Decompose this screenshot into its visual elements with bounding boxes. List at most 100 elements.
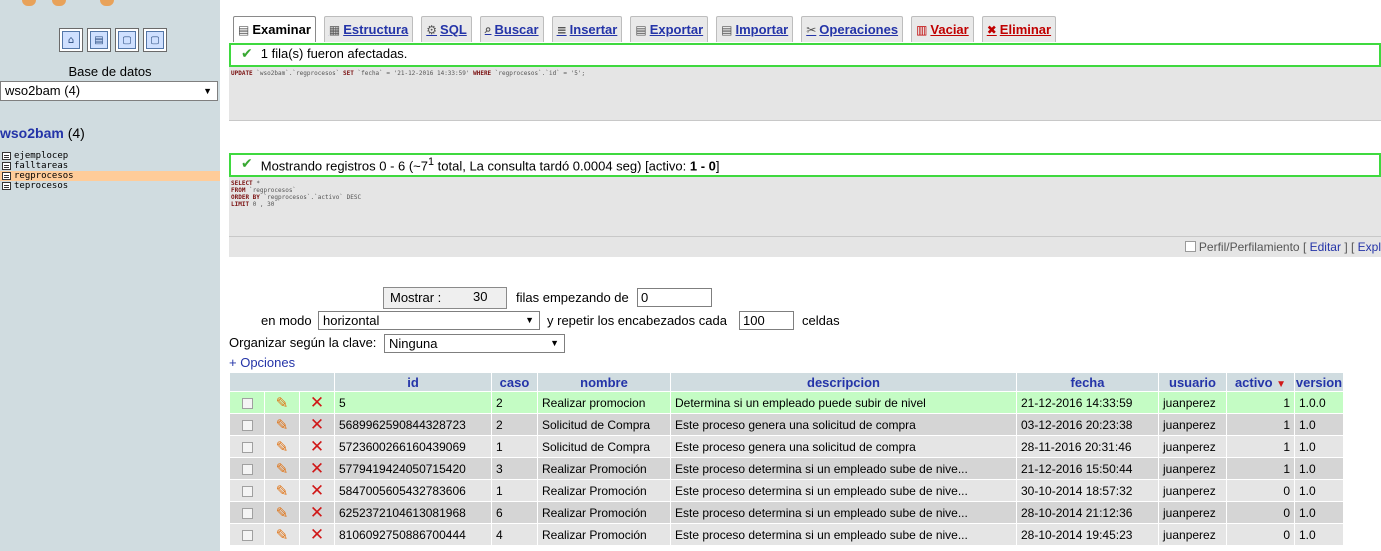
row-checkbox[interactable] bbox=[241, 419, 253, 431]
table-row[interactable]: ✎ ✕ 5723600266160439069 1 Solicitud de Compr… bbox=[230, 436, 1343, 457]
tab-operaciones[interactable]: ✂ Operaciones bbox=[801, 16, 904, 42]
row-edit-cell[interactable]: ✎ bbox=[265, 524, 299, 545]
query-window-icon[interactable]: ▢ bbox=[115, 28, 139, 52]
table-row[interactable]: ✎ ✕ 8106092750886700444 4 Realizar Promoción… bbox=[230, 524, 1343, 545]
show-count-input[interactable]: 30 bbox=[470, 288, 505, 307]
table-item-regprocesos[interactable]: regprocesos bbox=[0, 171, 220, 181]
display-mode-select[interactable]: horizontal ▼ bbox=[318, 311, 540, 330]
options-link[interactable]: + Opciones bbox=[229, 355, 295, 370]
structure-icon: ▦ bbox=[328, 22, 341, 37]
edit-pencil-icon[interactable]: ✎ bbox=[276, 482, 289, 500]
row-edit-cell[interactable]: ✎ bbox=[265, 392, 299, 413]
rows-from-input[interactable]: 0 bbox=[637, 288, 712, 307]
tab-eliminar[interactable]: ✖ Eliminar bbox=[981, 16, 1057, 42]
table-row[interactable]: ✎ ✕ 5689962590844328723 2 Solicitud de Compr… bbox=[230, 414, 1343, 435]
column-header-nombre[interactable]: nombre bbox=[538, 373, 670, 391]
edit-pencil-icon[interactable]: ✎ bbox=[276, 394, 289, 412]
home-icon[interactable]: ⌂ bbox=[59, 28, 83, 52]
row-select-cell[interactable] bbox=[230, 458, 264, 479]
sql-query-icon[interactable]: ▤ bbox=[87, 28, 111, 52]
delete-cross-icon[interactable]: ✕ bbox=[310, 481, 324, 501]
row-edit-cell[interactable]: ✎ bbox=[265, 502, 299, 523]
cell-version: 1.0 bbox=[1295, 458, 1343, 479]
row-checkbox[interactable] bbox=[241, 463, 253, 475]
sql-line: ORDER BY `regprocesos`.`activo` DESC bbox=[231, 194, 1379, 201]
table-row[interactable]: ✎ ✕ 5 2 Realizar promocion Determina si un em… bbox=[230, 392, 1343, 413]
row-delete-cell[interactable]: ✕ bbox=[300, 392, 334, 413]
column-header-version[interactable]: version bbox=[1295, 373, 1343, 391]
column-header-fecha[interactable]: fecha bbox=[1017, 373, 1158, 391]
row-delete-cell[interactable]: ✕ bbox=[300, 414, 334, 435]
row-edit-cell[interactable]: ✎ bbox=[265, 414, 299, 435]
tab-vaciar[interactable]: ▥ Vaciar bbox=[911, 16, 974, 42]
row-delete-cell[interactable]: ✕ bbox=[300, 502, 334, 523]
row-delete-cell[interactable]: ✕ bbox=[300, 524, 334, 545]
column-header-caso[interactable]: caso bbox=[492, 373, 537, 391]
row-select-cell[interactable] bbox=[230, 524, 264, 545]
tab-importar[interactable]: ▤ Importar bbox=[716, 16, 794, 42]
row-checkbox[interactable] bbox=[241, 485, 253, 497]
documentation-icon[interactable]: ▢ bbox=[143, 28, 167, 52]
database-name[interactable]: wso2bam bbox=[0, 125, 64, 141]
row-select-cell[interactable] bbox=[230, 414, 264, 435]
explain-query-link[interactable]: Expl bbox=[1358, 240, 1381, 254]
delete-cross-icon[interactable]: ✕ bbox=[310, 503, 324, 523]
cell-version: 1.0 bbox=[1295, 436, 1343, 457]
table-row[interactable]: ✎ ✕ 5847005605432783606 1 Realizar Promoción… bbox=[230, 480, 1343, 501]
sort-key-select[interactable]: Ninguna ▼ bbox=[384, 334, 565, 353]
database-select[interactable]: wso2bam (4) ▼ bbox=[0, 81, 218, 101]
row-checkbox[interactable] bbox=[241, 397, 253, 409]
database-title[interactable]: wso2bam (4) bbox=[0, 125, 85, 141]
tab-estructura[interactable]: ▦ Estructura bbox=[323, 16, 414, 42]
row-edit-cell[interactable]: ✎ bbox=[265, 480, 299, 501]
column-header-usuario[interactable]: usuario bbox=[1159, 373, 1226, 391]
results-table: id caso nombre descripcion fecha usuario… bbox=[229, 372, 1344, 546]
rows-from-label: filas empezando de bbox=[516, 290, 629, 305]
row-delete-cell[interactable]: ✕ bbox=[300, 436, 334, 457]
cell-activo: 0 bbox=[1227, 480, 1294, 501]
delete-cross-icon[interactable]: ✕ bbox=[310, 437, 324, 457]
tab-exportar[interactable]: ▤ Exportar bbox=[630, 16, 709, 42]
tab-buscar[interactable]: ⌕ Buscar bbox=[479, 16, 544, 42]
row-select-cell[interactable] bbox=[230, 502, 264, 523]
row-checkbox[interactable] bbox=[241, 441, 253, 453]
table-row[interactable]: ✎ ✕ 5779419424050715420 3 Realizar Promoción… bbox=[230, 458, 1343, 479]
row-select-cell[interactable] bbox=[230, 480, 264, 501]
row-edit-cell[interactable]: ✎ bbox=[265, 436, 299, 457]
edit-pencil-icon[interactable]: ✎ bbox=[276, 526, 289, 544]
delete-cross-icon[interactable]: ✕ bbox=[310, 525, 324, 545]
column-header-id[interactable]: id bbox=[335, 373, 491, 391]
edit-pencil-icon[interactable]: ✎ bbox=[276, 504, 289, 522]
delete-cross-icon[interactable]: ✕ bbox=[310, 393, 324, 413]
edit-pencil-icon[interactable]: ✎ bbox=[276, 460, 289, 478]
profiling-checkbox[interactable] bbox=[1184, 241, 1196, 252]
table-row[interactable]: ✎ ✕ 6252372104613081968 6 Realizar Promoción… bbox=[230, 502, 1343, 523]
delete-cross-icon[interactable]: ✕ bbox=[310, 459, 324, 479]
tab-sql[interactable]: ⚙ SQL bbox=[421, 16, 472, 42]
row-checkbox[interactable] bbox=[241, 529, 253, 541]
tab-insertar[interactable]: ≡ Insertar bbox=[551, 16, 623, 42]
edit-pencil-icon[interactable]: ✎ bbox=[276, 438, 289, 456]
tab-label: Importar bbox=[735, 22, 789, 37]
row-delete-cell[interactable]: ✕ bbox=[300, 480, 334, 501]
table-item-label: ejemplocep bbox=[14, 151, 69, 161]
edit-query-link[interactable]: Editar bbox=[1310, 240, 1341, 254]
column-header-activo[interactable]: activo ▼ bbox=[1227, 373, 1294, 391]
sql-keyword: WHERE bbox=[473, 70, 492, 77]
repeat-headers-input[interactable]: 100 bbox=[739, 311, 794, 330]
row-select-cell[interactable] bbox=[230, 392, 264, 413]
tab-examinar[interactable]: ▤ Examinar bbox=[233, 16, 316, 42]
column-header-descripcion[interactable]: descripcion bbox=[671, 373, 1016, 391]
cell-id: 5 bbox=[335, 392, 491, 413]
cell-usuario: juanperez bbox=[1159, 480, 1226, 501]
row-delete-cell[interactable]: ✕ bbox=[300, 458, 334, 479]
row-checkbox[interactable] bbox=[241, 507, 253, 519]
delete-cross-icon[interactable]: ✕ bbox=[310, 415, 324, 435]
row-edit-cell[interactable]: ✎ bbox=[265, 458, 299, 479]
edit-pencil-icon[interactable]: ✎ bbox=[276, 416, 289, 434]
row-select-cell[interactable] bbox=[230, 436, 264, 457]
table-item-teprocesos[interactable]: teprocesos bbox=[0, 181, 220, 191]
table-item-falltareas[interactable]: falltareas bbox=[0, 161, 220, 171]
empty-icon: ▥ bbox=[916, 22, 928, 37]
table-item-ejemplocep[interactable]: ejemplocep bbox=[0, 151, 220, 161]
